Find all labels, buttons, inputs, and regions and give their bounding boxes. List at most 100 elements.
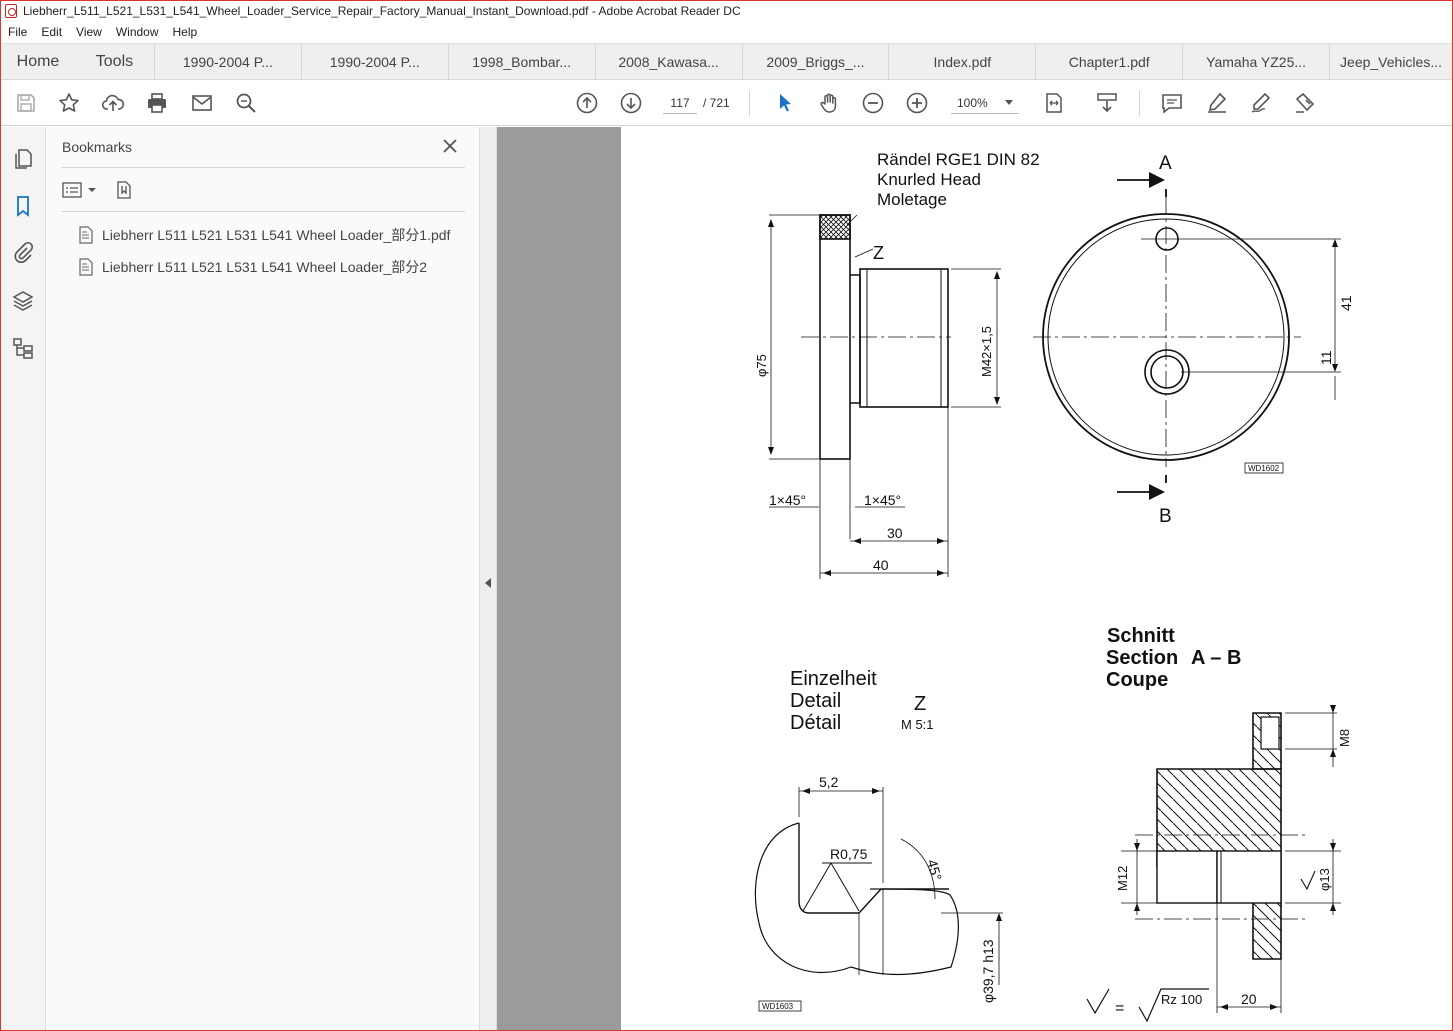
- tab-doc-3[interactable]: 1998_Bombar...: [449, 44, 596, 79]
- dim-30: 30: [887, 525, 903, 541]
- dim-m42: M42×1,5: [979, 326, 994, 377]
- chevron-down-icon: [1005, 100, 1013, 105]
- dim-phi13: φ13: [1317, 868, 1332, 891]
- document-viewer[interactable]: Rändel RGE1 DIN 82 Knurled Head Moletage…: [497, 127, 1452, 1030]
- page-number-input[interactable]: [663, 92, 697, 114]
- panel-title: Bookmarks: [62, 139, 133, 155]
- menu-window[interactable]: Window: [109, 25, 166, 39]
- print-icon: [148, 93, 166, 113]
- bookmark-options-button[interactable]: [62, 179, 97, 201]
- main-toolbar: / 721 100%: [1, 81, 1452, 126]
- zoom-select[interactable]: 100%: [951, 92, 1019, 114]
- page-total: / 721: [703, 96, 730, 110]
- save-button[interactable]: [13, 90, 39, 116]
- tab-doc-7[interactable]: Chapter1.pdf: [1036, 44, 1184, 79]
- upload-icon: [101, 94, 125, 111]
- surface-rz: Rz 100: [1161, 992, 1202, 1007]
- detail-title-fr: Détail: [790, 712, 841, 734]
- section-title-ab: A – B: [1191, 647, 1241, 669]
- zoom-out-button[interactable]: [860, 90, 886, 116]
- find-button[interactable]: [233, 90, 259, 116]
- select-tool-button[interactable]: [772, 90, 798, 116]
- comment-button[interactable]: [1159, 90, 1185, 116]
- page-thumbnails-icon[interactable]: [11, 147, 35, 171]
- dim-40: 40: [873, 557, 889, 573]
- knurl-callout-fr: Moletage: [877, 190, 947, 209]
- menu-help[interactable]: Help: [166, 25, 205, 39]
- scroll-mode-icon: [1097, 93, 1117, 113]
- section-label-b: B: [1159, 506, 1172, 527]
- z-mark: Z: [873, 243, 884, 263]
- detail-z-mark: Z: [914, 693, 926, 715]
- layers-icon[interactable]: [11, 289, 35, 313]
- menu-edit[interactable]: Edit: [34, 25, 69, 39]
- scroll-mode-button[interactable]: [1094, 90, 1120, 116]
- knurl-callout-de: Rändel RGE1 DIN 82: [877, 150, 1040, 169]
- next-page-button[interactable]: [618, 90, 644, 116]
- highlight-icon: [1208, 92, 1227, 113]
- bookmark-item[interactable]: Liebherr L511 L521 L531 L541 Wheel Loade…: [77, 257, 427, 277]
- section-title-en: Section: [1106, 647, 1178, 669]
- menu-view[interactable]: View: [69, 25, 109, 39]
- collapse-arrow-icon[interactable]: [485, 578, 491, 588]
- tab-doc-9[interactable]: Jeep_Vehicles...: [1330, 44, 1452, 79]
- print-button[interactable]: [144, 90, 170, 116]
- title-bar: Liebherr_L511_L521_L531_L541_Wheel_Loade…: [1, 1, 1452, 21]
- menu-file[interactable]: File: [1, 25, 34, 39]
- attachments-icon[interactable]: [11, 241, 35, 265]
- page-down-icon: [620, 92, 642, 114]
- star-icon: [59, 93, 79, 112]
- tab-doc-8[interactable]: Yamaha YZ25...: [1183, 44, 1331, 79]
- detail-scale: M 5:1: [901, 717, 934, 732]
- previous-page-button[interactable]: [574, 90, 600, 116]
- menu-bar: File Edit View Window Help: [1, 22, 1452, 42]
- close-icon[interactable]: [441, 137, 459, 155]
- mail-icon: [192, 95, 212, 111]
- bookmark-star-button[interactable]: [56, 90, 82, 116]
- panel-divider: [61, 167, 465, 168]
- select-cursor-icon: [780, 94, 791, 112]
- bookmark-file-icon: [79, 226, 93, 244]
- tab-doc-4[interactable]: 2008_Kawasa...: [596, 44, 743, 79]
- acrobat-window: Liebherr_L511_L521_L531_L541_Wheel_Loade…: [0, 0, 1453, 1031]
- new-bookmark-button[interactable]: [114, 179, 134, 201]
- dim-phi75: φ75: [754, 354, 769, 377]
- window-title: Liebherr_L511_L521_L531_L541_Wheel_Loade…: [23, 4, 741, 18]
- fill-sign-icon: [1295, 92, 1315, 113]
- new-bookmark-icon: [117, 181, 131, 199]
- dim-m12: M12: [1115, 866, 1130, 891]
- save-icon: [17, 94, 35, 112]
- fill-sign-button[interactable]: [1292, 90, 1318, 116]
- bookmark-file-icon: [79, 258, 93, 276]
- bookmarks-icon[interactable]: [11, 194, 35, 218]
- zoom-in-button[interactable]: [904, 90, 930, 116]
- panel-splitter[interactable]: [479, 127, 497, 1030]
- tab-doc-6[interactable]: Index.pdf: [889, 44, 1037, 79]
- email-button[interactable]: [189, 90, 215, 116]
- upload-button[interactable]: [100, 90, 126, 116]
- pdf-page: Rändel RGE1 DIN 82 Knurled Head Moletage…: [621, 127, 1452, 1030]
- bookmark-label: Liebherr L511 L521 L531 L541 Wheel Loade…: [102, 259, 428, 275]
- drawing-ref-1602: WD1602: [1248, 464, 1280, 473]
- sign-button[interactable]: [1248, 90, 1274, 116]
- dim-45-deg: 45°: [924, 858, 945, 883]
- highlight-button[interactable]: [1204, 90, 1230, 116]
- dim-41: 41: [1338, 295, 1354, 311]
- hand-tool-button[interactable]: [816, 90, 842, 116]
- tab-home[interactable]: Home: [1, 44, 75, 79]
- dim-m8: M8: [1337, 729, 1352, 747]
- content-tree-icon[interactable]: [11, 336, 35, 360]
- section-ab-view: [1086, 705, 1341, 1023]
- detail-title-en: Detail: [790, 690, 841, 712]
- dim-chamfer-left: 1×45°: [769, 492, 806, 508]
- tab-tools[interactable]: Tools: [75, 44, 155, 79]
- bookmark-item[interactable]: Liebherr L511 L521 L531 L541 Wheel Loade…: [77, 225, 450, 245]
- tab-doc-1[interactable]: 1990-2004 P...: [155, 44, 302, 79]
- tab-doc-5[interactable]: 2009_Briggs_...: [743, 44, 890, 79]
- front-view: [1033, 172, 1341, 500]
- tab-doc-2[interactable]: 1990-2004 P...: [302, 44, 449, 79]
- fit-page-button[interactable]: [1041, 90, 1067, 116]
- dim-11: 11: [1318, 350, 1334, 365]
- comment-icon: [1162, 94, 1182, 114]
- list-options-icon: [62, 182, 82, 198]
